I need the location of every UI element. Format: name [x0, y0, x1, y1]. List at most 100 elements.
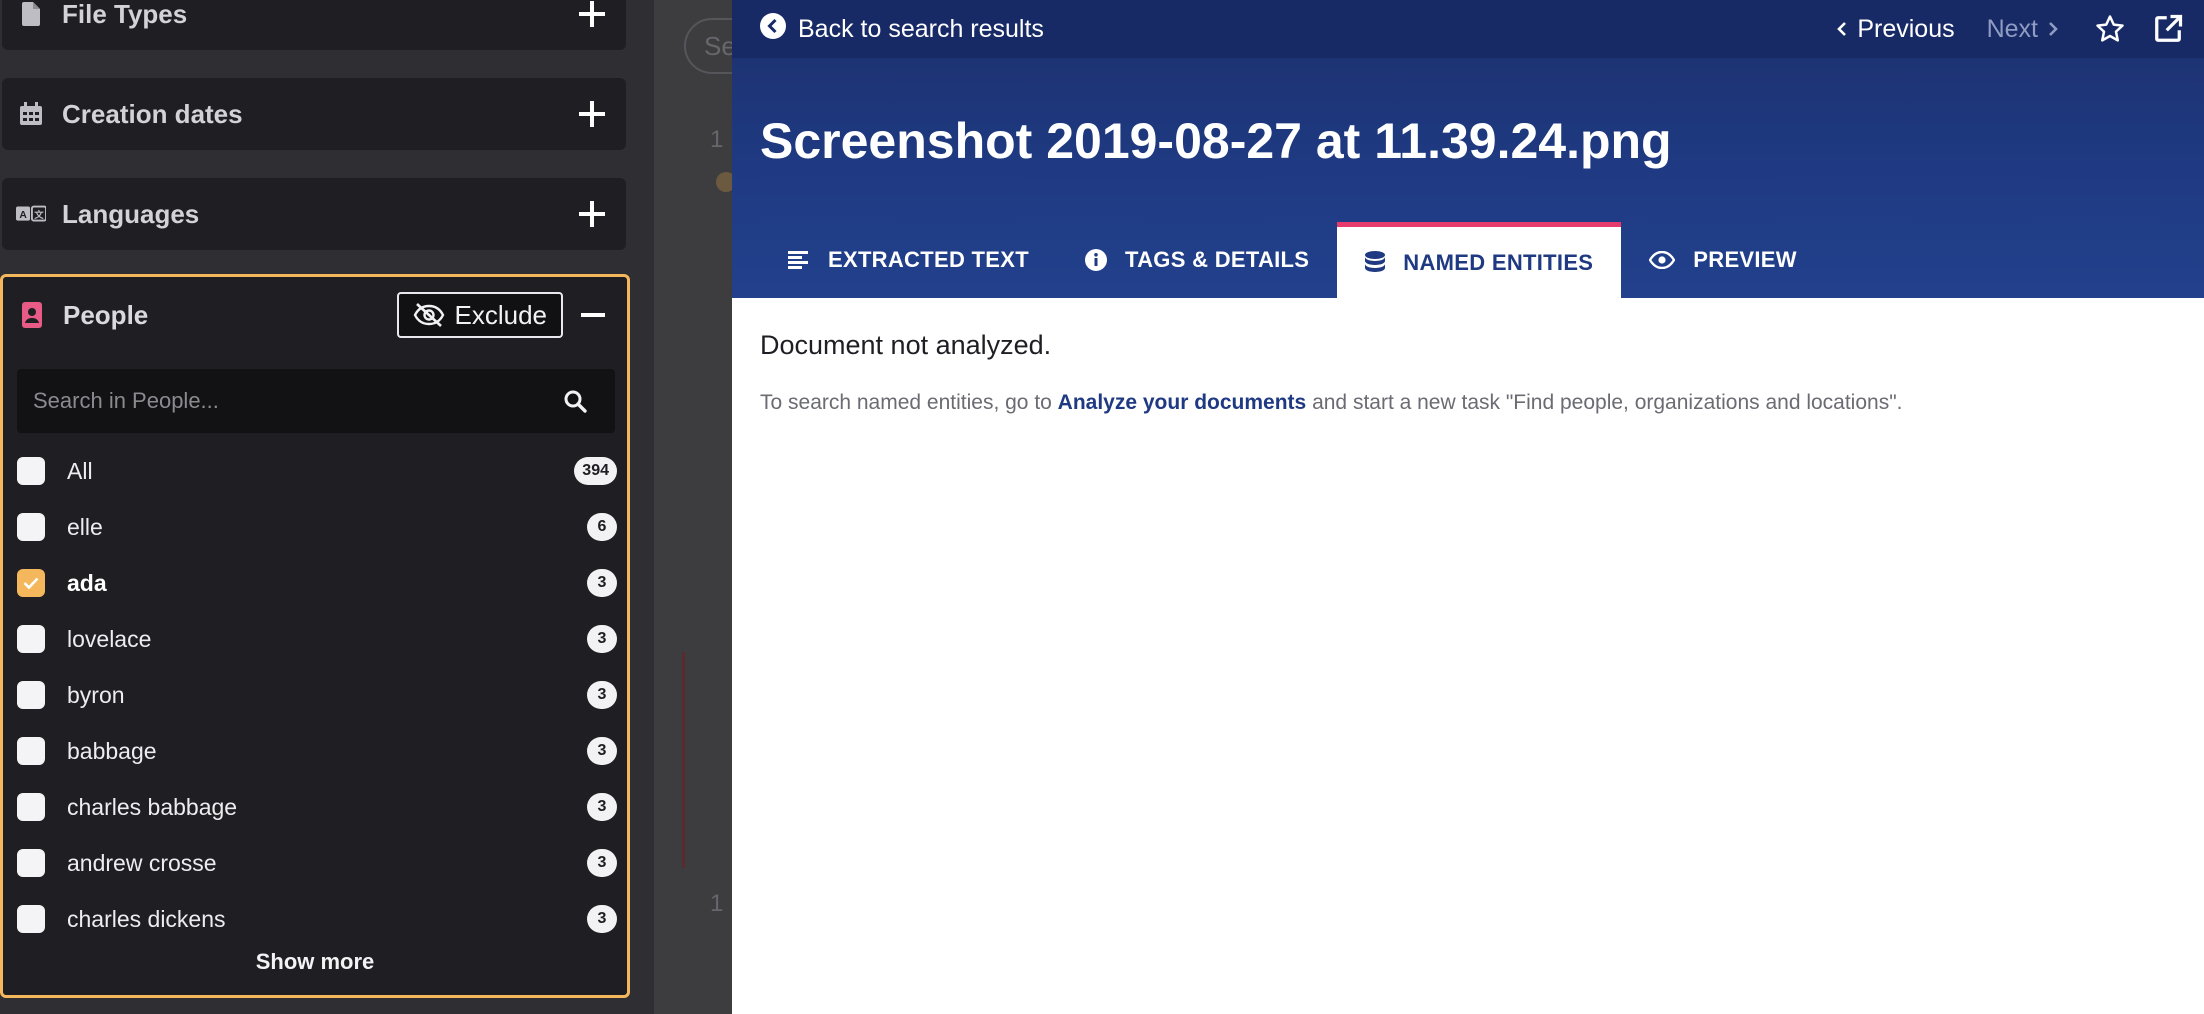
facet-title: Languages	[62, 198, 200, 229]
facet-file-types[interactable]: File Types	[2, 0, 626, 50]
checkmark-icon	[23, 577, 39, 589]
list-item[interactable]: All 394	[17, 443, 617, 499]
back-to-results-link[interactable]: Back to search results	[760, 12, 1044, 46]
checkbox[interactable]	[17, 513, 45, 541]
star-icon[interactable]	[2088, 7, 2132, 51]
analyze-documents-link[interactable]: Analyze your documents	[1058, 391, 1307, 414]
named-entities-content: Document not analyzed. To search named e…	[760, 330, 1903, 415]
chevron-right-icon	[2049, 22, 2058, 36]
tab-extracted-text[interactable]: EXTRACTED TEXT	[760, 222, 1057, 298]
people-search-input[interactable]	[17, 369, 535, 433]
app-root: File Types Creation dates A 文 Languages …	[0, 0, 2204, 1014]
chevron-circle-left-icon	[760, 12, 786, 46]
dimmed-results-strip: Se 1 1	[654, 0, 764, 1014]
selection-marker	[682, 652, 685, 868]
people-search-box	[17, 369, 615, 433]
checkbox[interactable]	[17, 793, 45, 821]
exclude-button[interactable]: Exclude	[396, 292, 563, 338]
status-message: Document not analyzed.	[760, 330, 1052, 360]
language-icon: A文	[16, 199, 46, 229]
file-icon	[16, 0, 46, 29]
back-label: Back to search results	[798, 14, 1044, 43]
expand-plus-icon[interactable]	[572, 94, 612, 134]
chevron-left-icon	[1837, 22, 1847, 36]
list-item[interactable]: charles dickens 3	[17, 891, 617, 947]
person-name: byron	[67, 681, 125, 708]
count-badge: 3	[587, 737, 617, 765]
tab-preview[interactable]: PREVIEW	[1621, 222, 1825, 298]
info-icon	[1085, 249, 1107, 271]
document-panel: Back to search results Previous Next Scr…	[732, 0, 2204, 1014]
people-list: All 394 elle 6 ada 3 lovelace 3 byron 3 …	[17, 443, 617, 947]
facet-languages[interactable]: A文 Languages	[2, 178, 626, 250]
list-item[interactable]: andrew crosse 3	[17, 835, 617, 891]
list-item[interactable]: babbage 3	[17, 723, 617, 779]
tab-tags-details[interactable]: TAGS & DETAILS	[1057, 222, 1337, 298]
text-lines-icon	[788, 251, 808, 269]
person-name: andrew crosse	[67, 849, 217, 876]
person-name: All	[67, 457, 93, 484]
expand-plus-icon[interactable]	[572, 0, 612, 34]
facet-people: People Exclude All 394	[0, 274, 630, 998]
previous-button[interactable]: Previous	[1837, 14, 1955, 44]
checkbox[interactable]	[17, 737, 45, 765]
next-label: Next	[1986, 14, 2038, 43]
checkbox[interactable]	[17, 457, 45, 485]
tab-label: EXTRACTED TEXT	[828, 247, 1029, 272]
person-name: babbage	[67, 737, 157, 764]
count-badge: 3	[587, 793, 617, 821]
calendar-icon	[16, 99, 46, 129]
facet-creation-dates[interactable]: Creation dates	[2, 78, 626, 150]
list-item[interactable]: lovelace 3	[17, 611, 617, 667]
checkbox[interactable]	[17, 625, 45, 653]
show-more-button[interactable]: Show more	[3, 949, 627, 975]
count-badge: 3	[587, 905, 617, 933]
document-header: Back to search results Previous Next Scr…	[732, 0, 2204, 298]
svg-text:A: A	[19, 210, 27, 221]
facet-title: People	[63, 299, 149, 330]
facet-title: File Types	[62, 0, 188, 29]
expand-plus-icon[interactable]	[572, 194, 612, 234]
list-item[interactable]: elle 6	[17, 499, 617, 555]
tab-label: PREVIEW	[1693, 247, 1797, 272]
hint-text: To search named entities, go to Analyze …	[760, 391, 1903, 415]
checkbox-checked[interactable]	[17, 569, 45, 597]
count-badge: 394	[574, 457, 617, 485]
tab-label: NAMED ENTITIES	[1403, 249, 1594, 275]
checkbox[interactable]	[17, 681, 45, 709]
count-badge: 3	[587, 625, 617, 653]
result-number: 1	[710, 126, 724, 153]
previous-label: Previous	[1857, 14, 1955, 43]
external-link-icon[interactable]	[2146, 7, 2190, 51]
checkbox[interactable]	[17, 849, 45, 877]
count-badge: 3	[587, 681, 617, 709]
checkbox[interactable]	[17, 905, 45, 933]
list-item[interactable]: byron 3	[17, 667, 617, 723]
facet-title: Creation dates	[62, 98, 243, 129]
count-badge: 3	[587, 569, 617, 597]
hint-suffix: and start a new task "Find people, organ…	[1306, 391, 1903, 414]
tab-named-entities[interactable]: NAMED ENTITIES	[1337, 222, 1622, 298]
count-badge: 3	[587, 849, 617, 877]
people-header[interactable]: People Exclude	[3, 277, 627, 353]
eye-slash-icon	[413, 303, 444, 327]
search-icon[interactable]	[535, 369, 615, 433]
person-name: lovelace	[67, 625, 152, 652]
document-topbar: Back to search results Previous Next	[732, 0, 2204, 58]
next-button[interactable]: Next	[1987, 15, 2058, 44]
hint-prefix: To search named entities, go to	[760, 391, 1058, 414]
tab-label: TAGS & DETAILS	[1125, 247, 1310, 272]
person-name: elle	[67, 513, 103, 540]
document-nav: Previous Next	[1837, 0, 2204, 58]
result-number: 1	[710, 890, 724, 917]
list-item[interactable]: charles babbage 3	[17, 779, 617, 835]
collapse-minus-icon[interactable]	[573, 295, 613, 335]
document-tabs: EXTRACTED TEXT TAGS & DETAILS NAMED ENTI…	[760, 222, 1825, 298]
eye-icon	[1649, 251, 1676, 269]
person-name: ada	[67, 569, 107, 596]
person-name: charles dickens	[67, 905, 226, 932]
list-item[interactable]: ada 3	[17, 555, 617, 611]
count-badge: 6	[587, 513, 617, 541]
document-title: Screenshot 2019-08-27 at 11.39.24.png	[760, 113, 1672, 169]
database-icon	[1365, 250, 1386, 272]
